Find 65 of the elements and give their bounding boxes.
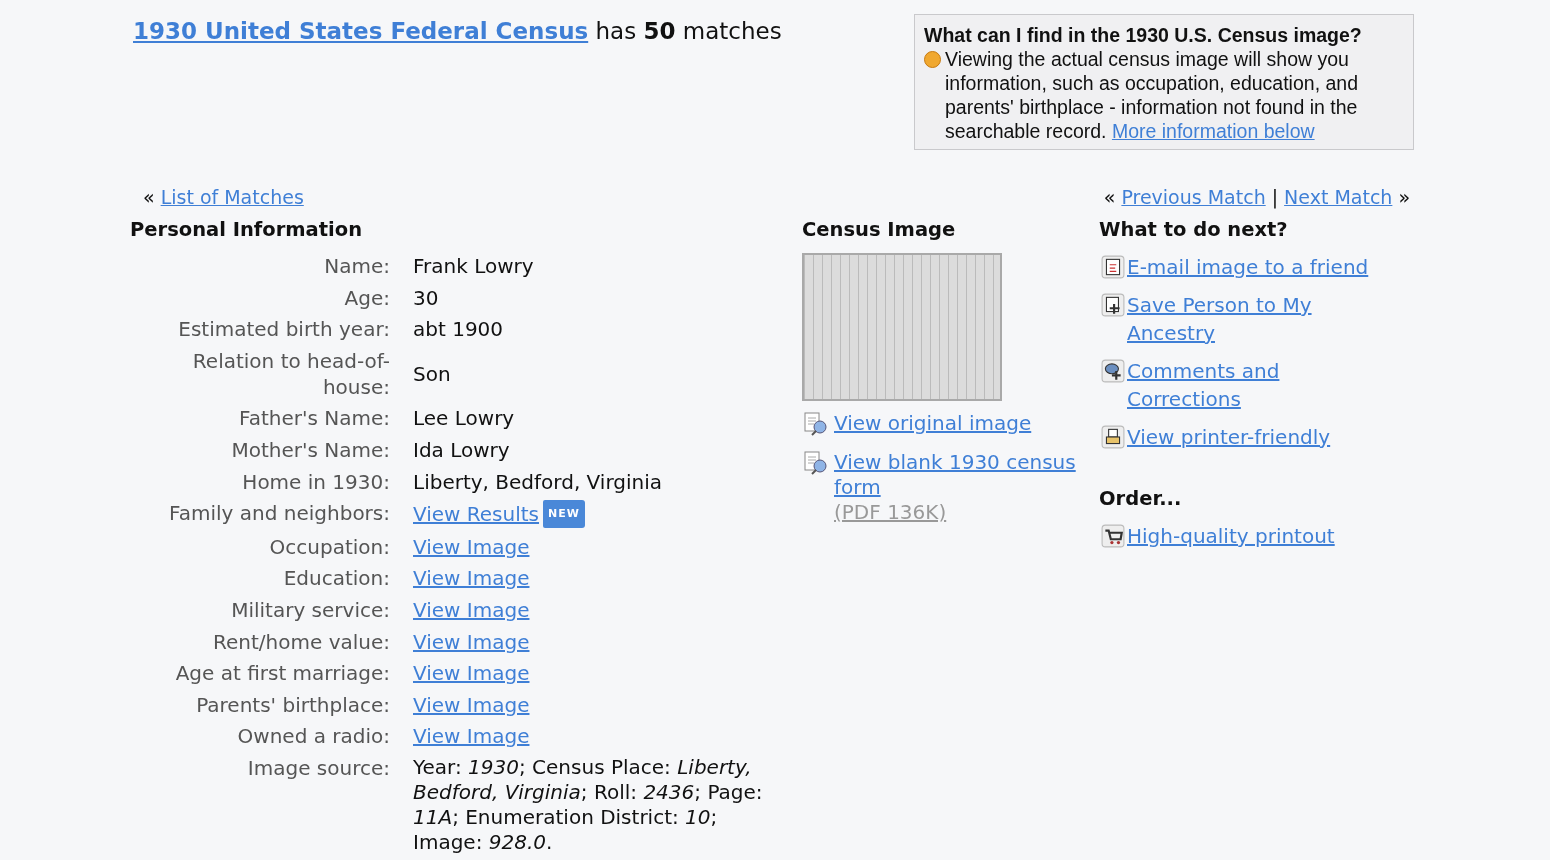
field-label: Education: bbox=[282, 565, 390, 592]
section-heading: Order... bbox=[1099, 487, 1183, 510]
census-image-thumbnail[interactable] bbox=[802, 253, 1002, 401]
printer-icon bbox=[1101, 425, 1125, 449]
field-label: Mother's Name: bbox=[230, 436, 390, 463]
image-source-text: Year: 1930; Census Place: Liberty, Bedford, Virginia; Roll: 2436; Page: 11A; Enumeration District: 10; Image: 928.0. bbox=[413, 754, 764, 855]
view-link[interactable]: View Image bbox=[413, 533, 530, 560]
view-image-link[interactable]: View blank 1930 census form bbox=[834, 450, 1099, 500]
add-document-icon bbox=[1101, 293, 1125, 317]
field-label: Military service: bbox=[230, 596, 390, 623]
view-link[interactable]: View Image bbox=[413, 565, 530, 592]
back-chevron: « bbox=[143, 186, 155, 208]
census-title-link[interactable]: 1930 United States Federal Census bbox=[133, 18, 589, 44]
field-label: Home in 1930: bbox=[241, 468, 390, 495]
match-count-text: has 50 matches bbox=[595, 18, 782, 44]
field-label: Estimated birth year: bbox=[177, 316, 390, 343]
document-magnifier-icon bbox=[802, 411, 830, 437]
action-link[interactable]: Comments and Corrections bbox=[1127, 357, 1394, 413]
field-value: Lee Lowry bbox=[413, 405, 515, 432]
field-value: Ida Lowry bbox=[413, 436, 510, 463]
field-value: Frank Lowry bbox=[413, 253, 534, 279]
new-badge: NEW bbox=[543, 500, 585, 529]
view-link[interactable]: View Image bbox=[413, 660, 530, 687]
view-link[interactable]: View Image bbox=[413, 596, 530, 623]
view-link[interactable]: View Results bbox=[413, 501, 540, 528]
list-of-matches-link[interactable]: List of Matches bbox=[160, 186, 304, 208]
field-label: Rent/home value: bbox=[212, 628, 390, 655]
document-icon bbox=[1101, 255, 1125, 279]
action-link[interactable]: High-quality printout bbox=[1127, 522, 1335, 550]
field-label: Age at first marriage: bbox=[174, 660, 390, 687]
field-label: Image source: bbox=[246, 754, 390, 782]
more-information-link[interactable]: More information below bbox=[1111, 120, 1315, 142]
section-heading: What to do next? bbox=[1099, 218, 1289, 241]
previous-match-link[interactable]: Previous Match bbox=[1121, 186, 1266, 208]
action-link[interactable]: Save Person to My Ancestry bbox=[1127, 291, 1394, 347]
file-size-link[interactable]: (PDF 136K) bbox=[834, 500, 1099, 525]
field-label: Occupation: bbox=[268, 533, 390, 560]
next-match-link[interactable]: Next Match bbox=[1284, 186, 1393, 208]
field-value: Liberty, Bedford, Virginia bbox=[413, 468, 662, 495]
field-label: Owned a radio: bbox=[236, 723, 390, 750]
cart-icon bbox=[1101, 524, 1125, 548]
speech-bubble-icon bbox=[1101, 359, 1125, 383]
view-link[interactable]: View Image bbox=[413, 723, 530, 750]
field-value: abt 1900 bbox=[413, 316, 504, 343]
document-magnifier-icon bbox=[802, 450, 830, 476]
action-link[interactable]: E-mail image to a friend bbox=[1127, 253, 1369, 281]
view-link[interactable]: View Image bbox=[413, 628, 530, 655]
field-label: Name: bbox=[323, 253, 390, 279]
view-image-link[interactable]: View original image bbox=[834, 411, 1032, 436]
field-label: Family and neighbors: bbox=[168, 500, 390, 528]
field-value: Son bbox=[413, 360, 451, 387]
field-label: Parents' birthplace: bbox=[195, 691, 390, 718]
info-box-title: What can I find in the 1930 U.S. Census image? bbox=[924, 23, 1363, 47]
field-label: Relation to head-of-house: bbox=[191, 347, 390, 400]
field-value: 30 bbox=[413, 284, 439, 311]
field-label: Age: bbox=[343, 284, 390, 311]
field-label: Father's Name: bbox=[238, 405, 390, 432]
forward-chevron: » bbox=[1398, 186, 1410, 208]
info-box-text: Viewing the actual census image will show you information, such as occupation, education, and parents' birthplace - information not found in the searchable record. More information below bbox=[945, 47, 1359, 143]
action-link[interactable]: View printer-friendly bbox=[1127, 423, 1331, 451]
section-heading: Census Image bbox=[802, 218, 957, 241]
back-chevron: « bbox=[1103, 186, 1116, 208]
view-link[interactable]: View Image bbox=[413, 691, 530, 718]
separator: | bbox=[1271, 186, 1279, 208]
section-heading: Personal Information bbox=[130, 218, 364, 241]
